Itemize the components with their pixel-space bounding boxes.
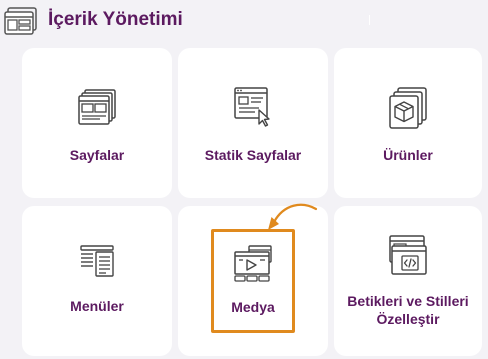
card-label: Ürünler: [383, 147, 433, 163]
page-header: İçerik Yönetimi: [0, 0, 488, 42]
code-window-icon: [389, 235, 427, 275]
card-sayfalar[interactable]: Sayfalar: [22, 48, 172, 198]
card-menuler[interactable]: Menüler: [22, 206, 172, 356]
card-betikleri-ve-stilleri[interactable]: Betikleri ve Stilleri Özelleştir: [334, 206, 482, 356]
card-label: Statik Sayfalar: [204, 147, 302, 163]
pages-stack-icon: [78, 89, 116, 125]
pointer-arrow-icon: [268, 203, 318, 230]
card-label: Sayfalar: [69, 147, 125, 163]
window-layout-icon: [4, 7, 37, 35]
highlight-box: [211, 229, 295, 333]
card-label: Menüler: [70, 298, 124, 314]
card-label: Betikleri ve Stilleri Özelleştir: [347, 293, 469, 327]
page-title: İçerik Yönetimi: [48, 9, 183, 30]
card-urunler[interactable]: Ürünler: [334, 48, 482, 198]
static-page-cursor-icon: [234, 87, 270, 127]
product-box-icon: [389, 87, 427, 129]
header-divider: [369, 15, 370, 25]
card-statik-sayfalar[interactable]: Statik Sayfalar: [178, 48, 328, 198]
menu-list-icon: [80, 245, 114, 277]
